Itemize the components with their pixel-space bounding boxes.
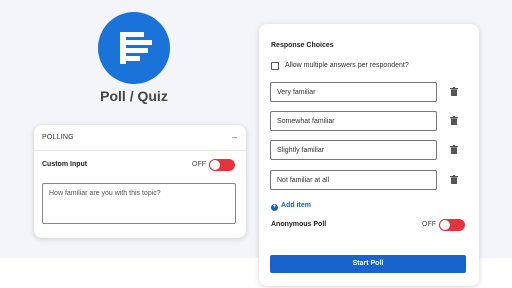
trash-icon[interactable]	[450, 145, 458, 154]
choice-input[interactable]: Very familiar	[270, 82, 437, 102]
add-item-label: Add item	[281, 202, 311, 209]
anonymous-poll-label: Anonymous Poll	[271, 221, 327, 228]
response-choices-title: Response Choices	[271, 42, 334, 49]
poll-app-icon	[98, 12, 170, 84]
choice-text: Slightly familiar	[277, 147, 325, 154]
question-input[interactable]: How familiar are you with this topic?	[42, 183, 236, 224]
custom-input-label: Custom Input	[42, 161, 88, 168]
plus-circle-icon: +	[271, 204, 278, 211]
polling-header-label: POLLING	[42, 134, 74, 141]
toggle-knob	[440, 220, 450, 230]
choice-text: Not familiar at all	[277, 177, 330, 184]
choice-input[interactable]: Somewhat familiar	[270, 111, 437, 131]
multiple-answers-label: Allow multiple answers per respondent?	[285, 62, 409, 69]
add-item-button[interactable]: + Add item	[271, 202, 311, 211]
polling-panel-header: POLLING –	[34, 125, 246, 151]
anonymous-toggle-state: OFF	[422, 221, 436, 228]
custom-input-toggle-state: OFF	[192, 161, 206, 168]
collapse-icon[interactable]: –	[232, 132, 237, 142]
custom-input-toggle[interactable]	[209, 159, 235, 171]
question-text: How familiar are you with this topic?	[49, 190, 161, 197]
anonymous-poll-toggle[interactable]	[439, 219, 465, 231]
choice-text: Very familiar	[277, 89, 316, 96]
trash-icon[interactable]	[450, 87, 458, 96]
response-choices-panel: Response Choices Allow multiple answers …	[259, 24, 479, 286]
bar-chart-icon	[120, 32, 152, 64]
trash-icon[interactable]	[450, 175, 458, 184]
choice-input[interactable]: Not familiar at all	[270, 170, 437, 190]
polling-panel: POLLING – Custom Input OFF How familiar …	[34, 125, 246, 238]
toggle-knob	[210, 160, 220, 170]
choice-input[interactable]: Slightly familiar	[270, 140, 437, 160]
start-poll-button[interactable]: Start Poll	[270, 255, 466, 273]
app-title: Poll / Quiz	[100, 88, 168, 104]
choice-text: Somewhat familiar	[277, 118, 335, 125]
trash-icon[interactable]	[450, 116, 458, 125]
multiple-answers-checkbox[interactable]	[271, 62, 279, 70]
